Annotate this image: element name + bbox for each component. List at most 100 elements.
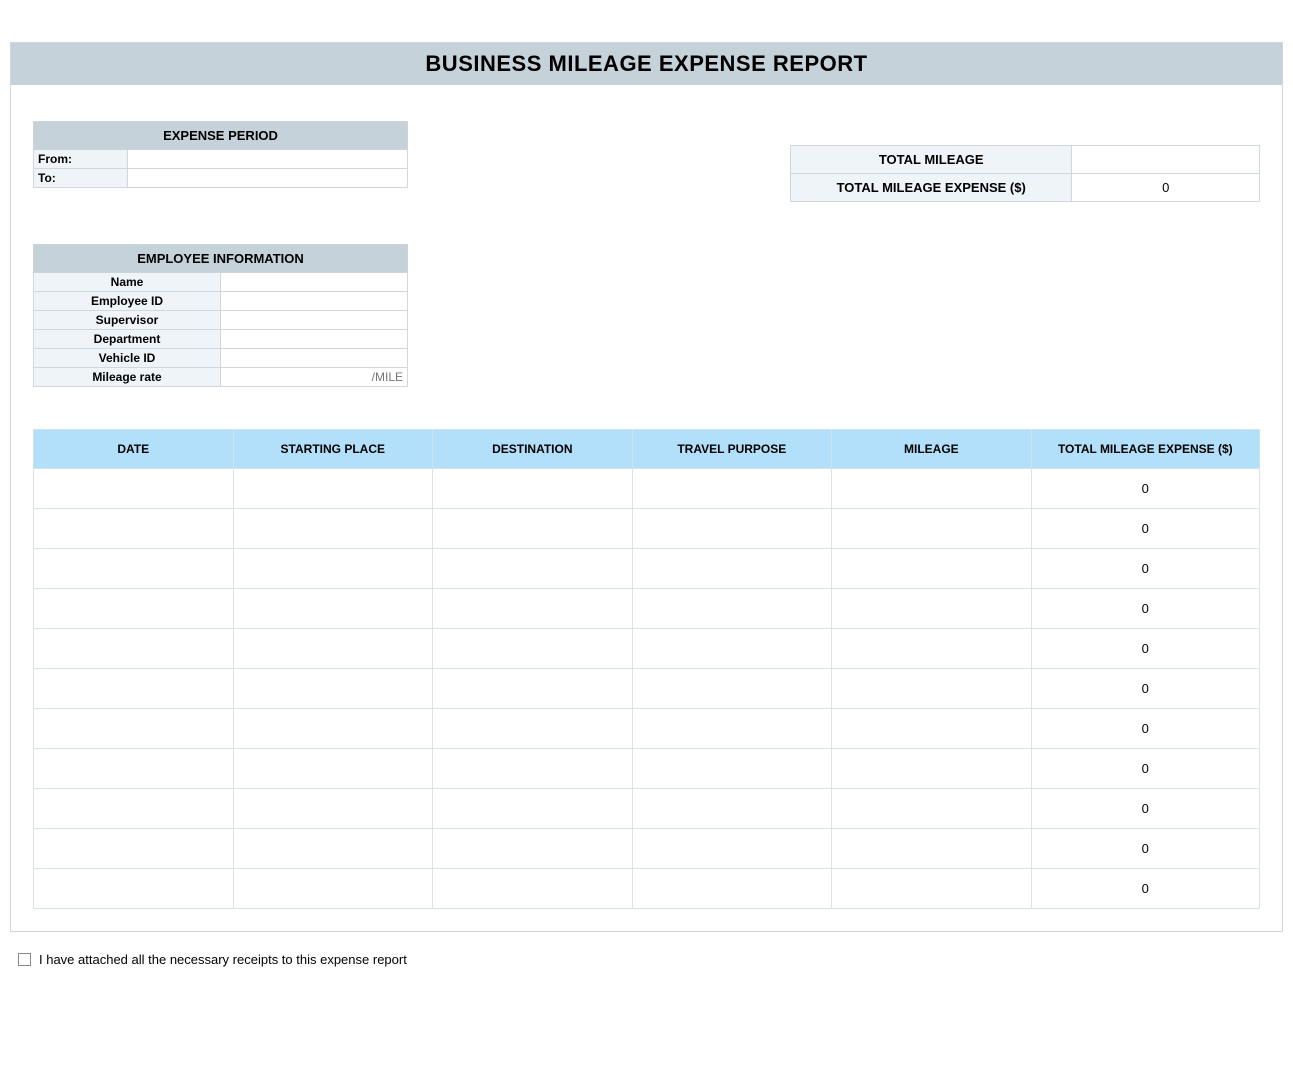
purpose-input[interactable] bbox=[637, 562, 828, 576]
date-input[interactable] bbox=[38, 602, 229, 616]
purpose-input[interactable] bbox=[637, 602, 828, 616]
department-input[interactable] bbox=[225, 332, 403, 346]
total-mileage-value bbox=[1072, 146, 1260, 174]
destination-input[interactable] bbox=[437, 722, 628, 736]
starting-input[interactable] bbox=[238, 522, 429, 536]
vehicle-id-input[interactable] bbox=[225, 351, 403, 365]
destination-input[interactable] bbox=[437, 842, 628, 856]
starting-input[interactable] bbox=[238, 482, 429, 496]
cell-date bbox=[34, 669, 234, 709]
cell-mileage bbox=[832, 789, 1032, 829]
destination-input[interactable] bbox=[437, 642, 628, 656]
starting-input[interactable] bbox=[238, 722, 429, 736]
mileage-input[interactable] bbox=[836, 642, 1027, 656]
purpose-input[interactable] bbox=[637, 682, 828, 696]
starting-input[interactable] bbox=[238, 562, 429, 576]
mileage-input[interactable] bbox=[836, 562, 1027, 576]
cell-date bbox=[34, 469, 234, 509]
mileage-input[interactable] bbox=[836, 722, 1027, 736]
destination-input[interactable] bbox=[437, 482, 628, 496]
cell-mileage bbox=[832, 629, 1032, 669]
supervisor-cell bbox=[221, 311, 408, 330]
starting-input[interactable] bbox=[238, 602, 429, 616]
col-starting: STARTING PLACE bbox=[233, 430, 433, 469]
date-input[interactable] bbox=[38, 642, 229, 656]
date-input[interactable] bbox=[38, 762, 229, 776]
cell-starting bbox=[233, 869, 433, 909]
mileage-input[interactable] bbox=[836, 762, 1027, 776]
starting-input[interactable] bbox=[238, 762, 429, 776]
cell-mileage bbox=[832, 549, 1032, 589]
cell-destination bbox=[433, 629, 633, 669]
purpose-input[interactable] bbox=[637, 842, 828, 856]
date-input[interactable] bbox=[38, 682, 229, 696]
purpose-input[interactable] bbox=[637, 522, 828, 536]
mileage-input[interactable] bbox=[836, 882, 1027, 896]
starting-input[interactable] bbox=[238, 842, 429, 856]
purpose-input[interactable] bbox=[637, 642, 828, 656]
mileage-table-wrap: DATE STARTING PLACE DESTINATION TRAVEL P… bbox=[33, 429, 1260, 909]
mileage-tbody: 00000000000 bbox=[34, 469, 1260, 909]
starting-input[interactable] bbox=[238, 682, 429, 696]
col-purpose: TRAVEL PURPOSE bbox=[632, 430, 832, 469]
date-input[interactable] bbox=[38, 722, 229, 736]
date-input[interactable] bbox=[38, 842, 229, 856]
cell-destination bbox=[433, 509, 633, 549]
employee-id-input[interactable] bbox=[225, 294, 403, 308]
starting-input[interactable] bbox=[238, 882, 429, 896]
from-value-cell bbox=[127, 150, 408, 169]
mileage-rate-input[interactable] bbox=[225, 370, 403, 384]
mileage-input[interactable] bbox=[836, 682, 1027, 696]
col-mileage: MILEAGE bbox=[832, 430, 1032, 469]
date-input[interactable] bbox=[38, 522, 229, 536]
destination-input[interactable] bbox=[437, 802, 628, 816]
table-row: 0 bbox=[34, 669, 1260, 709]
destination-input[interactable] bbox=[437, 522, 628, 536]
destination-input[interactable] bbox=[437, 562, 628, 576]
cell-total: 0 bbox=[1031, 589, 1259, 629]
cell-mileage bbox=[832, 749, 1032, 789]
cell-mileage bbox=[832, 869, 1032, 909]
from-label: From: bbox=[34, 150, 128, 169]
destination-input[interactable] bbox=[437, 682, 628, 696]
destination-input[interactable] bbox=[437, 882, 628, 896]
purpose-input[interactable] bbox=[637, 722, 828, 736]
purpose-input[interactable] bbox=[637, 802, 828, 816]
starting-input[interactable] bbox=[238, 802, 429, 816]
to-input[interactable] bbox=[132, 171, 404, 185]
purpose-input[interactable] bbox=[637, 882, 828, 896]
cell-purpose bbox=[632, 669, 832, 709]
starting-input[interactable] bbox=[238, 642, 429, 656]
date-input[interactable] bbox=[38, 802, 229, 816]
cell-date bbox=[34, 789, 234, 829]
to-value-cell bbox=[127, 169, 408, 188]
receipts-checkbox[interactable] bbox=[18, 953, 31, 966]
cell-starting bbox=[233, 549, 433, 589]
expense-period-header: EXPENSE PERIOD bbox=[34, 122, 408, 150]
cell-mileage bbox=[832, 469, 1032, 509]
purpose-input[interactable] bbox=[637, 482, 828, 496]
date-input[interactable] bbox=[38, 482, 229, 496]
mileage-input[interactable] bbox=[836, 602, 1027, 616]
date-input[interactable] bbox=[38, 562, 229, 576]
total-expense-value: 0 bbox=[1072, 174, 1260, 202]
name-input[interactable] bbox=[225, 275, 403, 289]
footer-check: I have attached all the necessary receip… bbox=[10, 952, 1283, 967]
mileage-input[interactable] bbox=[836, 802, 1027, 816]
supervisor-input[interactable] bbox=[225, 313, 403, 327]
supervisor-label: Supervisor bbox=[34, 311, 221, 330]
table-row: 0 bbox=[34, 789, 1260, 829]
purpose-input[interactable] bbox=[637, 762, 828, 776]
cell-total: 0 bbox=[1031, 669, 1259, 709]
mileage-input[interactable] bbox=[836, 842, 1027, 856]
from-input[interactable] bbox=[132, 152, 404, 166]
cell-total: 0 bbox=[1031, 869, 1259, 909]
destination-input[interactable] bbox=[437, 762, 628, 776]
mileage-input[interactable] bbox=[836, 482, 1027, 496]
cell-total: 0 bbox=[1031, 509, 1259, 549]
mileage-input[interactable] bbox=[836, 522, 1027, 536]
cell-purpose bbox=[632, 469, 832, 509]
destination-input[interactable] bbox=[437, 602, 628, 616]
employee-id-cell bbox=[221, 292, 408, 311]
date-input[interactable] bbox=[38, 882, 229, 896]
